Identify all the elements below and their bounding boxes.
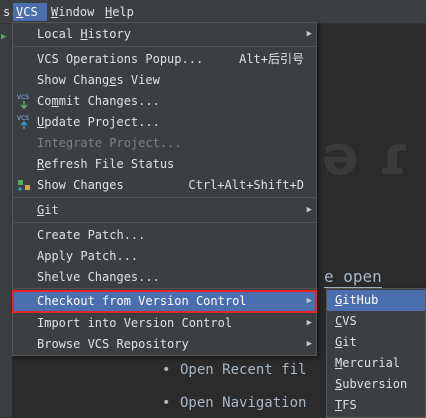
menu-item-integrate-project: Integrate Project... bbox=[13, 133, 316, 154]
menu-item-create-patch[interactable]: Create Patch... bbox=[13, 225, 316, 246]
menu-item-label: Import into Version Control bbox=[37, 316, 233, 330]
menu-item-label: Refresh File Status bbox=[37, 157, 175, 171]
menu-vcs-rest: CS bbox=[23, 5, 38, 19]
submenu-item-tfs[interactable]: TFS bbox=[327, 395, 425, 416]
checkout-submenu: GitHub CVS Git Mercurial Subversion TFS bbox=[326, 288, 426, 418]
submenu-arrow-icon: ▶ bbox=[306, 339, 312, 349]
menu-item-label: Shelve Changes... bbox=[37, 270, 160, 284]
menu-item-checkout-from-version-control[interactable]: Checkout from Version Control ▶ bbox=[12, 290, 317, 313]
menu-item-show-changes[interactable]: Show Changes Ctrl+Alt+Shift+D bbox=[13, 175, 316, 196]
bullet-open-navigation-text: Open Navigation bbox=[180, 395, 307, 411]
menu-item-label: Git bbox=[37, 203, 59, 217]
menu-separator bbox=[13, 222, 316, 223]
menu-item-label: Apply Patch... bbox=[37, 249, 139, 263]
submenu-arrow-icon: ▶ bbox=[306, 296, 312, 306]
menu-item-vcs-operations-popup[interactable]: VCS Operations Popup... Alt+后引号 bbox=[13, 49, 316, 70]
menu-window-rest: indow bbox=[58, 5, 95, 19]
menu-item-git[interactable]: Git ▶ bbox=[13, 200, 316, 221]
submenu-item-label: GitHub bbox=[335, 293, 379, 307]
menu-item-shelve-changes[interactable]: Shelve Changes... bbox=[13, 267, 316, 288]
submenu-item-label: CVS bbox=[335, 314, 357, 328]
menu-separator bbox=[13, 46, 316, 47]
svg-text:VCS: VCS bbox=[17, 94, 29, 101]
menu-item-label: VCS Operations Popup... bbox=[37, 52, 204, 66]
menu-help[interactable]: Help bbox=[102, 3, 138, 21]
hint-open-text: e open bbox=[324, 267, 382, 288]
menu-item-commit-changes[interactable]: VCS Commit Changes... bbox=[13, 91, 316, 112]
menu-item-apply-patch[interactable]: Apply Patch... bbox=[13, 246, 316, 267]
submenu-arrow-icon: ▶ bbox=[306, 205, 312, 215]
menu-bar: s VCS Window Help bbox=[0, 0, 426, 24]
submenu-arrow-icon: ▶ bbox=[306, 318, 312, 328]
submenu-item-mercurial[interactable]: Mercurial bbox=[327, 353, 425, 374]
menu-item-shortcut: Ctrl+Alt+Shift+D bbox=[188, 178, 304, 192]
vcs-menu: Local History ▶ VCS Operations Popup... Alt… bbox=[12, 22, 317, 356]
submenu-item-github[interactable]: GitHub bbox=[327, 290, 425, 311]
menu-vcs[interactable]: VCS bbox=[13, 3, 47, 21]
submenu-item-label: Subversion bbox=[335, 377, 408, 391]
menu-item-browse-vcs-repository[interactable]: Browse VCS Repository ▶ bbox=[13, 334, 316, 355]
submenu-item-label: Git bbox=[335, 335, 357, 349]
show-changes-icon bbox=[17, 177, 31, 193]
menu-item-shortcut: Alt+后引号 bbox=[239, 52, 304, 66]
bullet-open-recent: • Open Recent fil bbox=[162, 362, 307, 378]
menu-separator bbox=[13, 197, 316, 198]
menu-item-label: Show Changes bbox=[37, 178, 124, 192]
menu-item-label: Local History bbox=[37, 27, 131, 41]
svg-text:VCS: VCS bbox=[17, 115, 29, 122]
submenu-item-subversion[interactable]: Subversion bbox=[327, 374, 425, 395]
menu-item-show-changes-view[interactable]: Show Changes View bbox=[13, 70, 316, 91]
menu-item-local-history[interactable]: Local History ▶ bbox=[13, 24, 316, 45]
submenu-item-label: Mercurial bbox=[335, 356, 401, 370]
menu-item-label: Integrate Project... bbox=[37, 136, 182, 150]
submenu-item-cvs[interactable]: CVS bbox=[327, 311, 425, 332]
menu-item-label: Browse VCS Repository bbox=[37, 337, 189, 351]
submenu-item-label: TFS bbox=[335, 398, 357, 412]
menu-item-import-into-version-control[interactable]: Import into Version Control ▶ bbox=[13, 313, 316, 334]
menu-item-label: Commit Changes... bbox=[37, 94, 160, 108]
vcs-update-icon: VCS bbox=[17, 114, 31, 130]
background-glyphs: ǝ ɾ bbox=[322, 124, 410, 187]
vcs-commit-icon: VCS bbox=[17, 93, 31, 110]
menu-help-rest: elp bbox=[112, 5, 134, 19]
menu-tools-partial[interactable]: s bbox=[0, 3, 10, 21]
bullet-open-recent-text: Open Recent fil bbox=[180, 362, 307, 378]
menu-item-update-project[interactable]: VCS Update Project... bbox=[13, 112, 316, 133]
submenu-item-git[interactable]: Git bbox=[327, 332, 425, 353]
menu-item-label: Create Patch... bbox=[37, 228, 146, 242]
left-tool-strip: ▶ bbox=[0, 24, 12, 417]
bullet-open-navigation: • Open Navigation bbox=[162, 395, 307, 411]
run-arrow-icon[interactable]: ▶ bbox=[1, 32, 6, 42]
menu-item-label: Update Project... bbox=[37, 115, 160, 129]
menu-item-label: Show Changes View bbox=[37, 73, 160, 87]
menu-separator bbox=[13, 288, 316, 289]
submenu-arrow-icon: ▶ bbox=[306, 29, 312, 39]
menu-item-label: Checkout from Version Control bbox=[37, 294, 247, 308]
menu-window[interactable]: Window bbox=[48, 3, 98, 21]
menu-item-refresh-file-status[interactable]: Refresh File Status bbox=[13, 154, 316, 175]
